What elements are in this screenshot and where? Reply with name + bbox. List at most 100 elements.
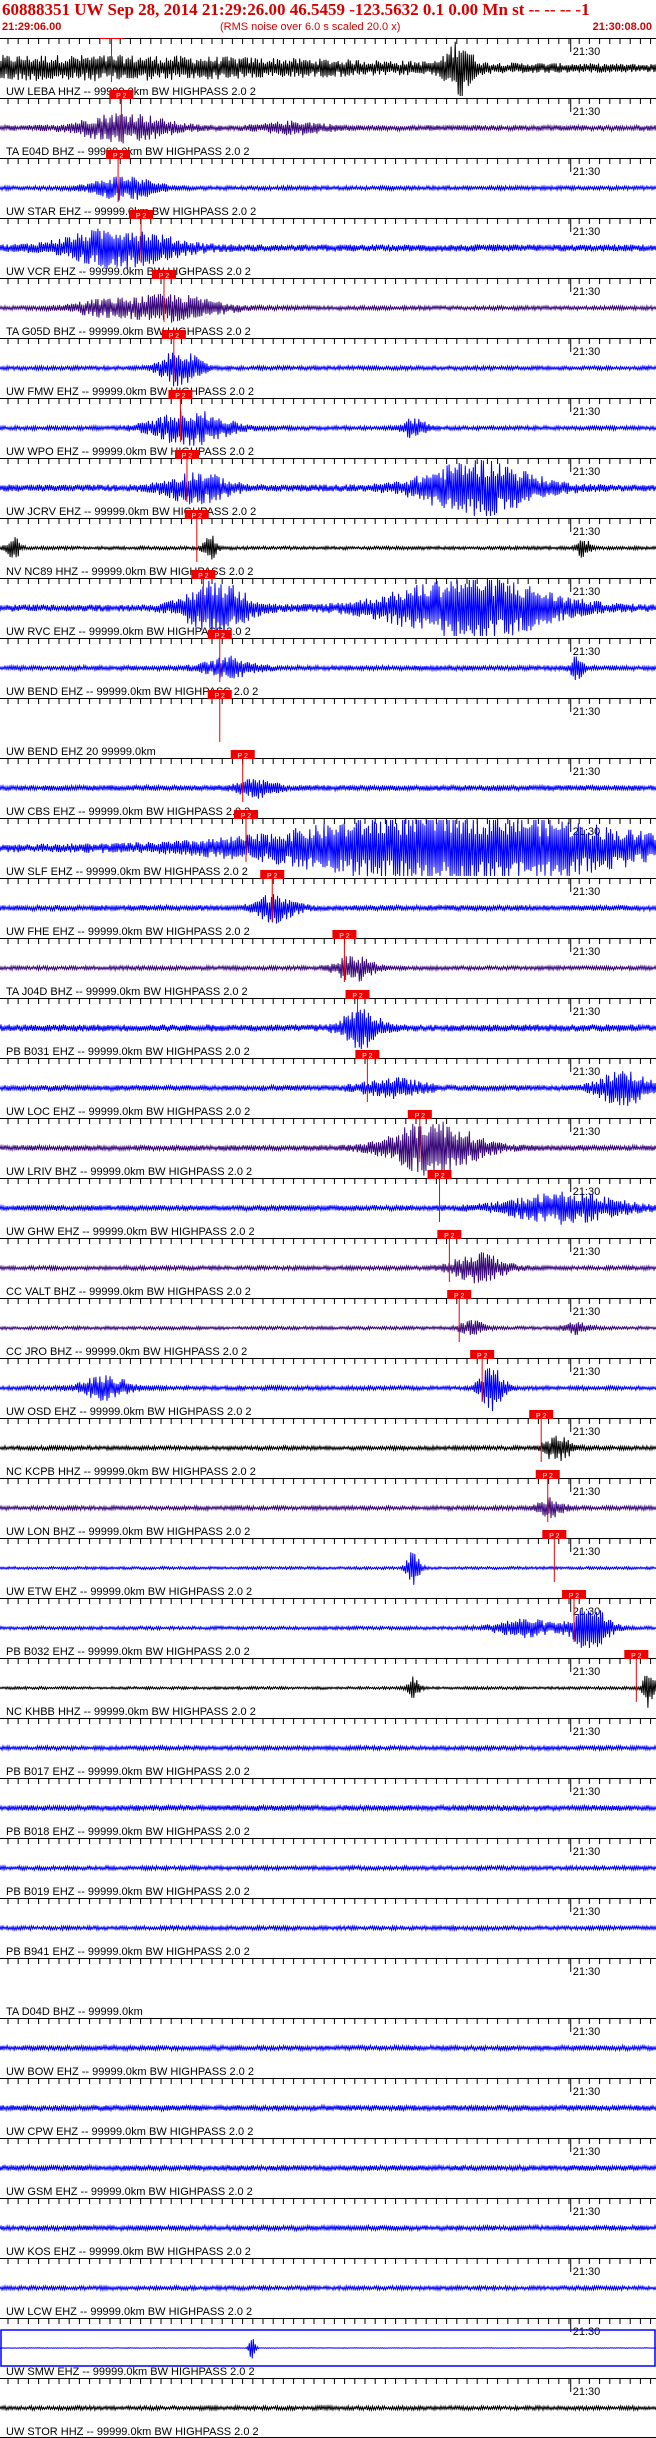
waveform [0, 956, 656, 982]
waveform [0, 1609, 656, 1649]
start-time: 21:29:06.00 [2, 21, 62, 33]
minute-tick-label: 21:30 [573, 1426, 601, 1438]
station-label: UW ETW EHZ -- 99999.0km BW HIGHPASS 2.0 … [6, 1586, 252, 1598]
waveform [0, 2163, 656, 2173]
station-label: PB B031 EHZ -- 99999.0km BW HIGHPASS 2.0… [6, 1046, 250, 1058]
end-time: 21:30:08.00 [592, 21, 652, 33]
minute-tick-label: 21:30 [573, 346, 601, 358]
station-label: UW LRIV BHZ -- 99999.0km BW HIGHPASS 2.0… [6, 1166, 252, 1178]
time-ticks [7, 999, 652, 1004]
pick-label: P 2 [215, 633, 225, 640]
time-ticks [7, 1719, 652, 1724]
pick-label: P 2 [215, 693, 225, 700]
time-ticks [7, 1419, 652, 1424]
waveform [0, 894, 656, 924]
trace-row: 21:30UW RVC EHZ -- 99999.0km BW HIGHPASS… [0, 570, 656, 638]
trace-row: 21:30 PB B019 EHZ -- 99999.0km BW HIGHPAS… [0, 1838, 656, 1898]
minute-tick-label: 21:30 [573, 406, 601, 418]
station-label: NC KHBB HHZ -- 99999.0km BW HIGHPASS 2.0… [6, 1706, 256, 1718]
minute-tick-label: 21:30 [573, 1726, 601, 1738]
pick-label: P 2 [543, 1473, 553, 1480]
time-ticks [7, 1839, 652, 1844]
time-ticks [7, 99, 652, 104]
station-label: TA D04D BHZ -- 99999.0km [6, 2006, 143, 2018]
pick-label: P 2 [362, 1053, 372, 1060]
plot-header: 60888351 UW Sep 28, 2014 21:29:26.00 46.… [0, 0, 656, 39]
station-label: UW SLF EHZ -- 99999.0km BW HIGHPASS 2.0 … [6, 866, 248, 878]
station-label: UW STOR HHZ -- 99999.0km BW HIGHPASS 2.0… [6, 2426, 259, 2438]
waveform [0, 410, 656, 446]
trace-row: 21:30 NC KHBB HHZ -- 99999.0km BW HIGHPAS… [0, 1650, 656, 1718]
time-ticks [7, 579, 652, 584]
waveform [0, 655, 656, 681]
waveform [0, 1191, 656, 1225]
time-ticks [7, 2139, 652, 2144]
trace-row: 21:30TA E04D BHZ -- 99999.0km BW HIGHPAS… [0, 90, 656, 158]
time-ticks [7, 2319, 652, 2324]
trace-row: 21:30 UW WPO EHZ -- 99999.0km BW HIGHPASS… [0, 390, 656, 458]
minute-tick-label: 21:30 [573, 46, 601, 58]
time-ticks [7, 1659, 652, 1664]
trace-row: 21:30 PB B018 EHZ -- 99999.0km BW HIGHPAS… [0, 1778, 656, 1838]
station-label: UW GSM EHZ -- 99999.0km BW HIGHPASS 2.0 … [6, 2186, 253, 2198]
station-label: UW FHE EHZ -- 99999.0km BW HIGHPASS 2.0 … [6, 926, 250, 938]
waveform [0, 535, 656, 560]
trace-row: 21:30 UW FMW EHZ -- 99999.0km BW HIGHPASS… [0, 330, 656, 398]
station-label: TA G05D BHZ -- 99999.0km BW HIGHPASS 2.0… [6, 326, 251, 338]
pick-label: P 2 [454, 1293, 464, 1300]
waveform [0, 352, 656, 387]
station-label: TA J04D BHZ -- 99999.0km BW HIGHPASS 2.0… [6, 986, 248, 998]
trace-row: 21:30 UW OSD EHZ -- 99999.0km BW HIGHPASS… [0, 1350, 656, 1418]
pick-label: P 2 [569, 1593, 579, 1600]
waveform [0, 1675, 656, 1708]
waveform [0, 2043, 656, 2053]
trace-row: 21:30 UW BEND EHZ 20 99999.0km P 2 [0, 690, 656, 758]
seismogram-panel: 21:30UW LEBA HHZ -- 99999.0km BW HIGHPAS… [0, 38, 656, 2438]
trace-row: 21:30 UW LCW EHZ -- 99999.0km BW HIGHPASS… [0, 2258, 656, 2318]
minute-tick-label: 21:30 [573, 586, 601, 598]
time-ticks [7, 219, 652, 224]
time-ticks [7, 1779, 652, 1784]
station-label: NV NC89 HHZ -- 99999.0km BW HIGHPASS 2.0… [6, 566, 253, 578]
trace-row: 21:30 PB B031 EHZ -- 99999.0km BW HIGHPAS… [0, 990, 656, 1058]
station-label: UW SMW EHZ -- 99999.0km BW HIGHPASS 2.0 … [6, 2366, 255, 2378]
station-label: UW WPO EHZ -- 99999.0km BW HIGHPASS 2.0 … [6, 446, 254, 458]
station-label: UW CPW EHZ -- 99999.0km BW HIGHPASS 2.0 … [6, 2126, 253, 2138]
trace-row: 21:30UW LEBA HHZ -- 99999.0km BW HIGHPAS… [0, 38, 656, 98]
waveform [0, 293, 656, 323]
minute-tick-label: 21:30 [573, 2086, 601, 2098]
trace-row: 21:30 UW FHE EHZ -- 99999.0km BW HIGHPASS… [0, 870, 656, 938]
minute-tick-label: 21:30 [573, 466, 601, 478]
waveform [0, 2283, 656, 2293]
station-label: UW LON BHZ -- 99999.0km BW HIGHPASS 2.0 … [6, 1526, 250, 1538]
waveform [0, 1803, 656, 1813]
time-ticks [7, 1959, 652, 1964]
time-ticks [7, 459, 652, 464]
time-ticks [7, 879, 652, 884]
time-ticks [7, 2259, 652, 2264]
time-ticks [7, 39, 652, 44]
trace-row: 21:30UW STAR EHZ -- 99999.0km BW HIGHPAS… [0, 150, 656, 218]
trace-row: 21:30 UW LON BHZ -- 99999.0km BW HIGHPASS… [0, 1470, 656, 1538]
waveform [0, 2338, 656, 2359]
minute-tick-label: 21:30 [573, 646, 601, 658]
waveform [0, 1743, 656, 1753]
station-label: UW LCW EHZ -- 99999.0km BW HIGHPASS 2.0 … [6, 2306, 252, 2318]
minute-tick-label: 21:30 [573, 1546, 601, 1558]
time-ticks [7, 1119, 652, 1124]
pick-label: P 2 [339, 933, 349, 940]
minute-tick-label: 21:30 [573, 2146, 601, 2158]
minute-tick-label: 21:30 [573, 1966, 601, 1978]
pick-label: P 2 [536, 1413, 546, 1420]
minute-tick-label: 21:30 [573, 1906, 601, 1918]
seismogram-chart: 21:30UW LEBA HHZ -- 99999.0km BW HIGHPAS… [0, 38, 656, 2438]
minute-tick-label: 21:30 [573, 886, 601, 898]
time-ticks [7, 279, 652, 284]
minute-tick-label: 21:30 [573, 2386, 601, 2398]
minute-tick-label: 21:30 [573, 766, 601, 778]
trace-row: 21:30 TA G05D BHZ -- 99999.0km BW HIGHPAS… [0, 270, 656, 338]
pick-label: P 2 [444, 1233, 454, 1240]
trace-row: 21:30 CC JRO BHZ -- 99999.0km BW HIGHPASS… [0, 1290, 656, 1358]
station-label: UW KOS EHZ -- 99999.0km BW HIGHPASS 2.0 … [6, 2246, 251, 2258]
pick-label: P 2 [169, 333, 179, 340]
